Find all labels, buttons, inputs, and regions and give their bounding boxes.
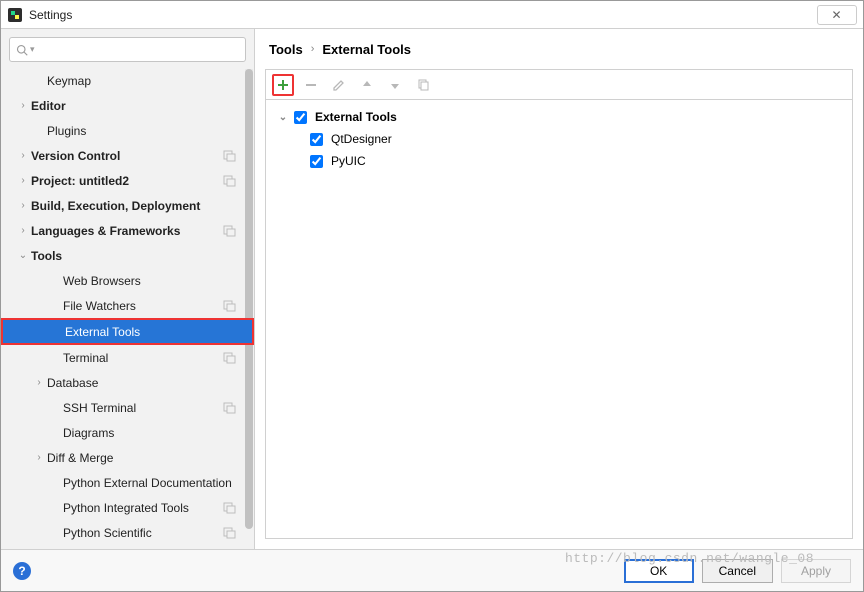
sidebar-item-label: Editor	[31, 99, 236, 113]
project-scope-icon	[223, 351, 236, 364]
chevron-right-icon[interactable]: ›	[31, 452, 47, 463]
sidebar-item[interactable]: Web Browsers	[1, 268, 254, 293]
remove-button[interactable]	[300, 74, 322, 96]
sidebar-item-label: Languages & Frameworks	[31, 224, 223, 238]
app-icon	[7, 7, 23, 23]
sidebar-item-label: Project: untitled2	[31, 174, 223, 188]
footer: ? OK Cancel Apply	[1, 549, 863, 591]
apply-button[interactable]: Apply	[781, 559, 851, 583]
sidebar-item[interactable]: Diagrams	[1, 420, 254, 445]
sidebar-item[interactable]: SSH Terminal	[1, 395, 254, 420]
right-panel: Tools › External Tools	[255, 29, 863, 549]
sidebar-item-label: Diff & Merge	[47, 451, 236, 465]
toolbar	[266, 70, 852, 100]
sidebar-item[interactable]: ›Build, Execution, Deployment	[1, 193, 254, 218]
sidebar-item-label: File Watchers	[63, 299, 223, 313]
sidebar-item[interactable]: ›Version Control	[1, 143, 254, 168]
settings-window: Settings ✕ ▾ Keymap›EditorPlugins›Versio…	[0, 0, 864, 592]
sidebar-item-label: Plugins	[47, 124, 236, 138]
search-row: ▾	[1, 29, 254, 68]
sidebar-item[interactable]: Python Integrated Tools	[1, 495, 254, 520]
search-input[interactable]	[40, 43, 239, 57]
sidebar-item-label: Python External Documentation	[63, 476, 236, 490]
search-icon	[16, 44, 28, 56]
close-button[interactable]: ✕	[817, 5, 857, 25]
tool-item-checkbox[interactable]	[310, 155, 323, 168]
sidebar-item[interactable]: External Tools	[1, 318, 254, 345]
chevron-right-icon[interactable]: ›	[31, 377, 47, 388]
left-panel: ▾ Keymap›EditorPlugins›Version Control›P…	[1, 29, 255, 549]
sidebar-item[interactable]: Keymap	[1, 68, 254, 93]
sidebar-item-label: Diagrams	[63, 426, 236, 440]
external-tools-list[interactable]: ⌄ External Tools QtDesigner PyUIC	[266, 100, 852, 538]
sidebar-item-label: Database	[47, 376, 236, 390]
cancel-button[interactable]: Cancel	[702, 559, 773, 583]
group-checkbox[interactable]	[294, 111, 307, 124]
chevron-right-icon[interactable]: ›	[15, 200, 31, 211]
project-scope-icon	[223, 174, 236, 187]
chevron-down-icon[interactable]: ⌄	[276, 112, 290, 123]
titlebar: Settings ✕	[1, 1, 863, 29]
chevron-down-icon[interactable]: ⌄	[15, 250, 31, 261]
tool-item-label: PyUIC	[331, 154, 366, 168]
project-scope-icon	[223, 401, 236, 414]
footer-buttons: OK Cancel Apply	[624, 559, 851, 583]
sidebar-item-label: SSH Terminal	[63, 401, 223, 415]
move-up-button[interactable]	[356, 74, 378, 96]
window-title: Settings	[29, 8, 72, 22]
sidebar-item-label: Tools	[31, 249, 236, 263]
project-scope-icon	[223, 224, 236, 237]
search-box[interactable]: ▾	[9, 37, 246, 62]
chevron-right-icon[interactable]: ›	[15, 150, 31, 161]
tool-item-row[interactable]: PyUIC	[276, 150, 842, 172]
sidebar-item-label: Python Integrated Tools	[63, 501, 223, 515]
sidebar-item-label: Version Control	[31, 149, 223, 163]
sidebar-item[interactable]: Remote SSH External Tools	[1, 545, 254, 549]
titlebar-left: Settings	[7, 7, 72, 23]
breadcrumb-part-1[interactable]: Tools	[269, 42, 303, 57]
tool-item-checkbox[interactable]	[310, 133, 323, 146]
move-down-button[interactable]	[384, 74, 406, 96]
add-button[interactable]	[272, 74, 294, 96]
sidebar-item[interactable]: Python Scientific	[1, 520, 254, 545]
sidebar-item-label: Build, Execution, Deployment	[31, 199, 236, 213]
breadcrumb: Tools › External Tools	[255, 29, 863, 69]
sidebar-item[interactable]: ⌄Tools	[1, 243, 254, 268]
sidebar-item[interactable]: ›Diff & Merge	[1, 445, 254, 470]
sidebar-item[interactable]: Plugins	[1, 118, 254, 143]
body: ▾ Keymap›EditorPlugins›Version Control›P…	[1, 29, 863, 549]
edit-button[interactable]	[328, 74, 350, 96]
sidebar-item[interactable]: ›Editor	[1, 93, 254, 118]
sidebar-item-label: Keymap	[47, 74, 236, 88]
chevron-right-icon[interactable]: ›	[15, 175, 31, 186]
settings-tree[interactable]: Keymap›EditorPlugins›Version Control›Pro…	[1, 68, 254, 549]
sidebar-item-label: External Tools	[65, 325, 234, 339]
sidebar-item-label: Python Scientific	[63, 526, 223, 540]
help-button[interactable]: ?	[13, 562, 31, 580]
tool-item-row[interactable]: QtDesigner	[276, 128, 842, 150]
sidebar-item-label: Terminal	[63, 351, 223, 365]
sidebar-item[interactable]: ›Database	[1, 370, 254, 395]
project-scope-icon	[223, 149, 236, 162]
sidebar-item[interactable]: ›Project: untitled2	[1, 168, 254, 193]
tool-item-label: QtDesigner	[331, 132, 392, 146]
chevron-right-icon[interactable]: ›	[15, 100, 31, 111]
sidebar-item[interactable]: ›Languages & Frameworks	[1, 218, 254, 243]
copy-button[interactable]	[412, 74, 434, 96]
search-dropdown-icon[interactable]: ▾	[30, 44, 35, 55]
project-scope-icon	[223, 526, 236, 539]
sidebar-item-label: Web Browsers	[63, 274, 236, 288]
ok-button[interactable]: OK	[624, 559, 694, 583]
sidebar-item[interactable]: Python External Documentation	[1, 470, 254, 495]
breadcrumb-part-2: External Tools	[322, 42, 411, 57]
sidebar-item[interactable]: File Watchers	[1, 293, 254, 318]
sidebar-item[interactable]: Terminal	[1, 345, 254, 370]
tools-group-row[interactable]: ⌄ External Tools	[276, 106, 842, 128]
project-scope-icon	[223, 299, 236, 312]
chevron-right-icon[interactable]: ›	[15, 225, 31, 236]
group-label: External Tools	[315, 110, 397, 124]
breadcrumb-separator-icon: ›	[311, 43, 315, 55]
project-scope-icon	[223, 501, 236, 514]
main-content: ⌄ External Tools QtDesigner PyUIC	[265, 69, 853, 539]
